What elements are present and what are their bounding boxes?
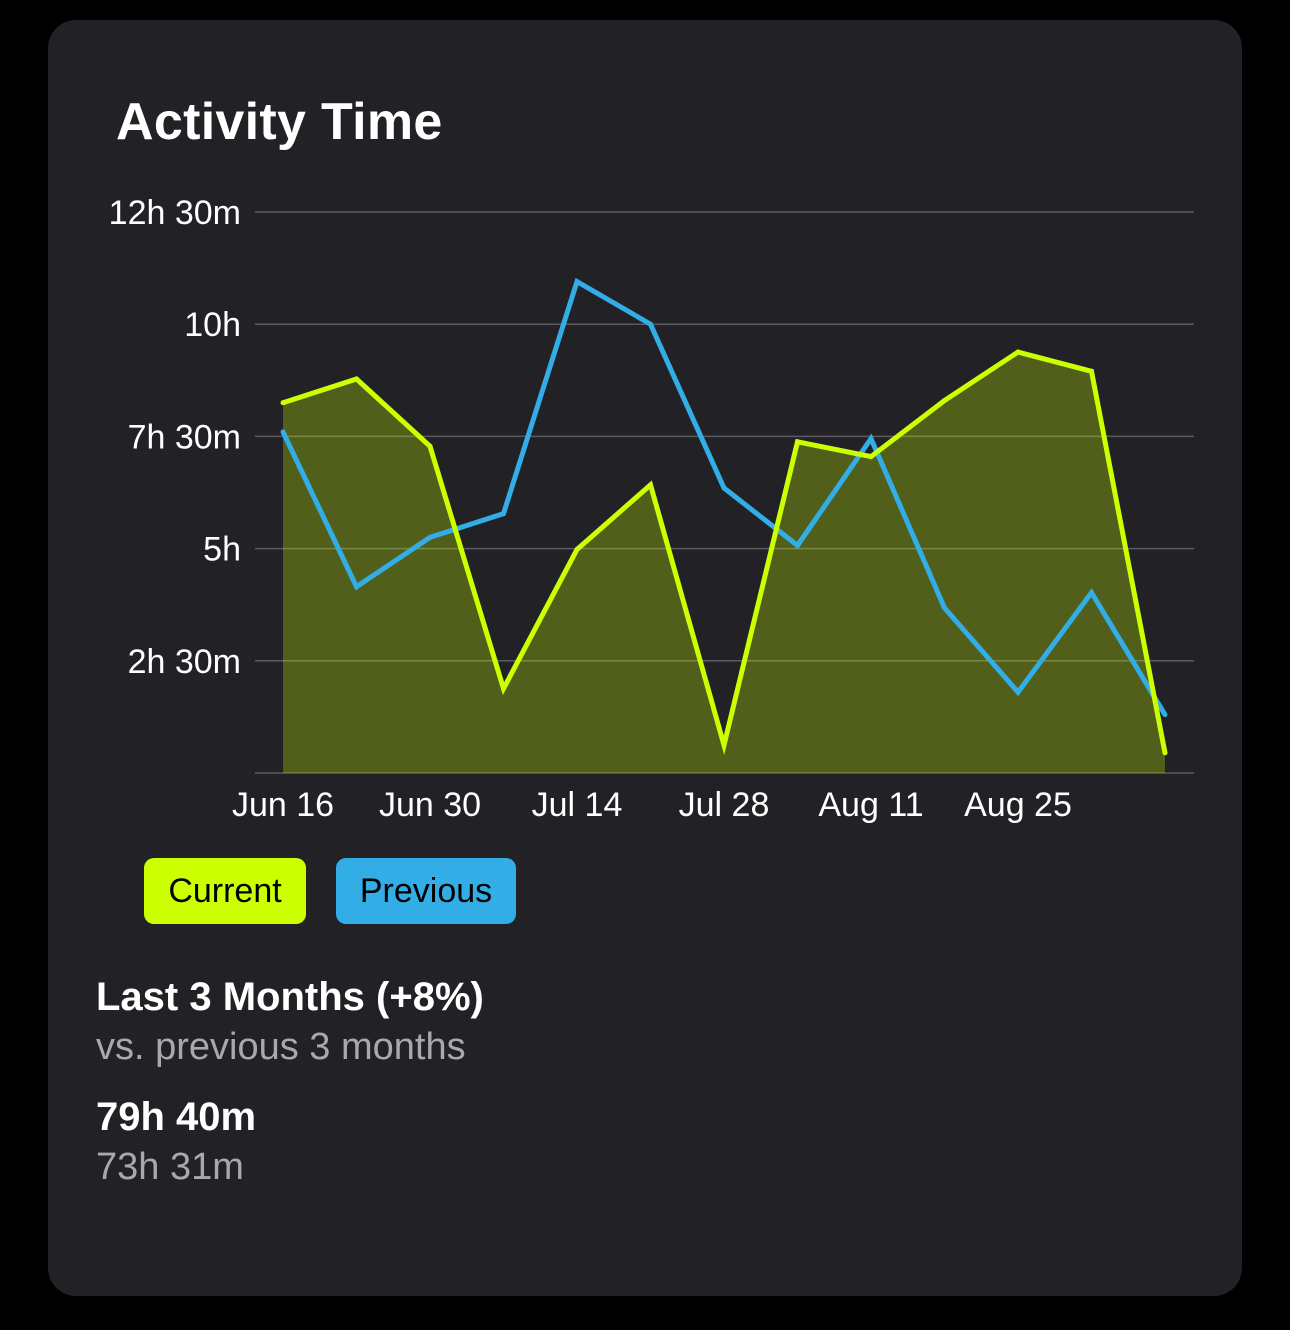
y-tick-label: 10h [184, 306, 241, 344]
legend-current-chip[interactable]: Current [144, 858, 306, 924]
current-series-point [501, 686, 506, 692]
current-series-point [795, 439, 800, 445]
current-series-point [354, 376, 359, 382]
chart-legend: Current Previous [144, 858, 516, 924]
previous-series-point [721, 485, 727, 491]
previous-series-point [427, 534, 433, 540]
current-series-point [648, 482, 653, 488]
current-series-area [283, 352, 1165, 773]
previous-series-point [868, 436, 874, 442]
current-series-point [721, 742, 727, 748]
x-tick-label: Jul 28 [679, 786, 770, 824]
previous-series-point [1089, 590, 1094, 596]
activity-time-card: Activity Time 2h 30m 5h 7h 30m 10h 12h 30m Ju… [48, 20, 1242, 1296]
previous-total: 73h 31m [96, 1146, 244, 1188]
summary-title: Last 3 Months (+8%) [96, 975, 484, 1019]
current-series-point [942, 397, 947, 403]
previous-series-point [942, 605, 947, 611]
previous-series-point [280, 429, 286, 435]
previous-series-point [501, 511, 506, 517]
previous-series-point [648, 321, 653, 327]
previous-series-point [1162, 712, 1168, 718]
y-tick-label: 5h [203, 531, 241, 569]
current-series-point [574, 546, 580, 552]
y-tick-label: 7h 30m [128, 418, 241, 456]
y-tick-label: 12h 30m [109, 194, 241, 232]
previous-series-point [354, 584, 359, 590]
activity-line-chart: 2h 30m 5h 7h 30m 10h 12h 30m Jun 16 Jun 30 Jul … [109, 194, 1194, 824]
x-tick-label: Jun 30 [379, 786, 481, 824]
current-series-point [1162, 750, 1168, 756]
x-tick-label: Jul 14 [532, 786, 623, 824]
summary-subtitle: vs. previous 3 months [96, 1026, 466, 1068]
x-tick-label: Jun 16 [232, 786, 334, 824]
previous-series-point [1015, 689, 1021, 695]
current-series-point [1015, 349, 1021, 355]
current-total: 79h 40m [96, 1095, 257, 1139]
current-series-point [868, 454, 874, 460]
legend-previous-chip[interactable]: Previous [336, 858, 516, 924]
previous-series-point [795, 542, 800, 548]
current-series-point [427, 443, 433, 449]
x-tick-label: Aug 25 [964, 786, 1072, 824]
summary-section: Last 3 Months (+8%) vs. previous 3 month… [96, 975, 484, 1189]
x-tick-label: Aug 11 [818, 786, 923, 824]
y-tick-label: 2h 30m [128, 643, 241, 681]
previous-series-point [574, 279, 580, 285]
current-series-point [280, 400, 286, 406]
current-series-point [1089, 368, 1094, 374]
